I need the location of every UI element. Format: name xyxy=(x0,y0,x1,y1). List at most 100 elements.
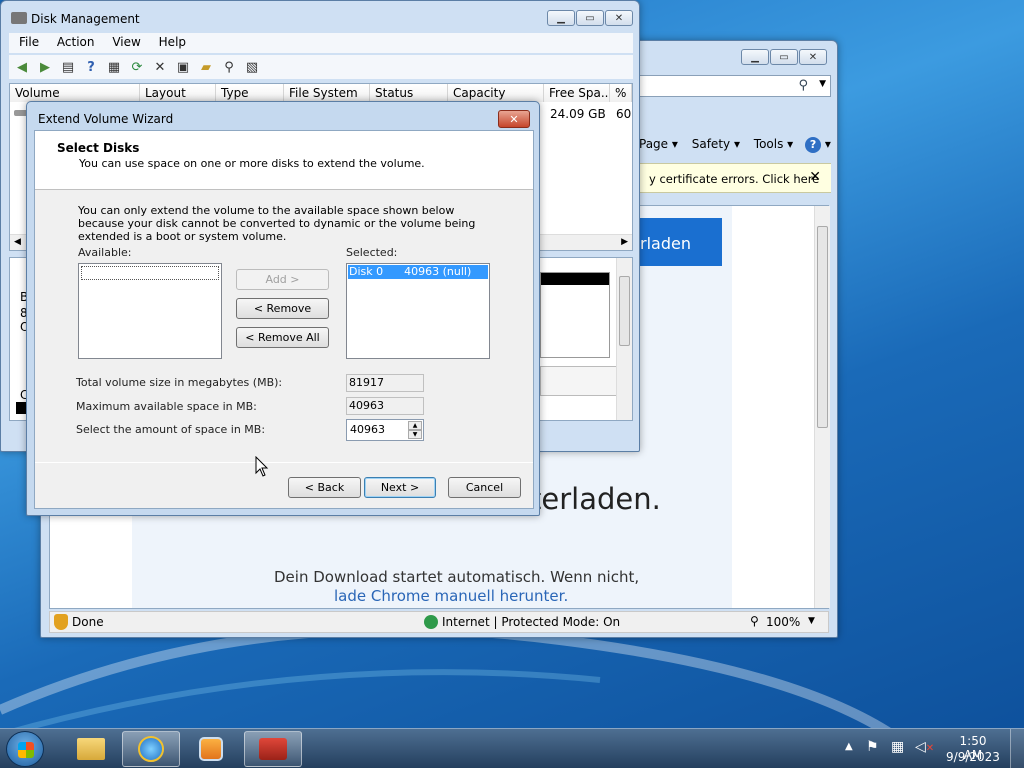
chevron-down-icon[interactable]: ▼ xyxy=(808,616,815,626)
selected-label: Selected: xyxy=(346,246,398,259)
scroll-thumb[interactable] xyxy=(817,226,828,428)
zoom-icon[interactable]: ⚲ xyxy=(750,614,759,628)
mouse-cursor-icon xyxy=(255,456,269,477)
available-list[interactable] xyxy=(78,263,222,359)
scroll-left-icon[interactable]: ◀ xyxy=(14,237,21,247)
properties-icon[interactable]: ▦ xyxy=(105,58,123,76)
close-icon[interactable]: ✕ xyxy=(809,169,821,185)
footer-divider xyxy=(35,462,533,463)
zoom-level[interactable]: 100% xyxy=(766,615,800,629)
internet-explorer-icon[interactable] xyxy=(122,731,180,767)
remove-all-button[interactable]: < Remove All xyxy=(236,327,329,348)
media-player-icon[interactable] xyxy=(182,731,240,767)
vertical-scrollbar[interactable] xyxy=(814,206,830,608)
maximize-button[interactable]: ▭ xyxy=(770,49,798,65)
next-button[interactable]: Next > xyxy=(364,477,436,498)
show-desktop-button[interactable] xyxy=(1010,729,1024,768)
col-type[interactable]: Type xyxy=(216,84,284,102)
menu-help[interactable]: Help xyxy=(159,35,186,49)
ie-title-buttons: ▁ ▭ ✕ xyxy=(741,49,827,65)
chevron-up-icon[interactable]: ▲ xyxy=(845,741,853,752)
connect-icon[interactable]: ▣ xyxy=(174,58,192,76)
col-volume[interactable]: Volume xyxy=(10,84,140,102)
percent-free-value: 60 xyxy=(616,107,632,121)
menu-file[interactable]: File xyxy=(19,35,39,49)
page-menu[interactable]: Page ▾ xyxy=(639,137,678,151)
back-button[interactable]: < Back xyxy=(288,477,361,498)
help-icon[interactable]: ? xyxy=(82,58,100,76)
focus-row xyxy=(81,266,219,280)
free-space-value: 24.09 GB xyxy=(550,107,606,121)
extend-volume-wizard: Extend Volume Wizard ✕ Select Disks You … xyxy=(26,101,540,516)
col-file-system[interactable]: File System xyxy=(284,84,370,102)
action-center-flag-icon[interactable]: ⚑ xyxy=(866,739,879,755)
amount-value[interactable]: 40963 xyxy=(350,423,385,436)
console-tree-icon[interactable]: ▤ xyxy=(59,58,77,76)
col-layout[interactable]: Layout xyxy=(140,84,216,102)
delete-icon[interactable]: ✕ xyxy=(151,58,169,76)
col-percent-free[interactable]: % F xyxy=(610,84,632,102)
selected-item-disk-0[interactable]: Disk 0 40963 (null) xyxy=(348,265,488,279)
tools-menu[interactable]: Tools ▾ xyxy=(754,137,793,151)
list-icon[interactable]: ▧ xyxy=(243,58,261,76)
minimize-button[interactable]: ▁ xyxy=(547,10,575,26)
refresh-icon[interactable]: ⟳ xyxy=(128,58,146,76)
select-amount-label: Select the amount of space in MB: xyxy=(76,423,266,436)
chevron-down-icon[interactable]: ▼ xyxy=(819,79,826,89)
wizard-header: Select Disks You can use space on one or… xyxy=(35,131,533,190)
close-button[interactable]: ✕ xyxy=(799,49,827,65)
forward-arrow-icon[interactable]: ▶ xyxy=(36,58,54,76)
volume-muted-icon[interactable]: ◁✕ xyxy=(915,739,934,755)
certificate-error-text[interactable]: y certificate errors. Click here xyxy=(649,172,819,186)
partition-block[interactable] xyxy=(540,366,620,396)
search-icon[interactable]: ⚲ xyxy=(798,78,808,93)
status-done: Done xyxy=(72,615,104,629)
scroll-right-icon[interactable]: ▶ xyxy=(621,237,628,247)
help-icon[interactable]: ? xyxy=(805,137,822,153)
safety-menu[interactable]: Safety ▾ xyxy=(692,137,740,151)
remove-button[interactable]: < Remove xyxy=(236,298,329,319)
menu-view[interactable]: View xyxy=(112,35,140,49)
scroll-thumb[interactable] xyxy=(619,276,630,346)
address-bar[interactable]: ⚲ ▼ xyxy=(639,75,831,97)
find-icon[interactable]: ⚲ xyxy=(220,58,238,76)
partition-block[interactable] xyxy=(540,272,610,358)
amount-stepper[interactable]: 40963 ▲ ▼ xyxy=(346,419,424,441)
max-space-label: Maximum available space in MB: xyxy=(76,400,257,413)
windows-logo-icon xyxy=(18,742,34,758)
add-button[interactable]: Add > xyxy=(236,269,329,290)
menu-action[interactable]: Action xyxy=(57,35,95,49)
taskbar: ▲ ⚑ ▦ ◁✕ 1:50 AM 9/9/2023 xyxy=(0,728,1024,768)
back-arrow-icon[interactable]: ◀ xyxy=(13,58,31,76)
network-icon[interactable]: ▦ xyxy=(891,739,904,755)
col-status[interactable]: Status xyxy=(370,84,448,102)
close-button[interactable]: ✕ xyxy=(498,110,530,128)
download-notice: Dein Download startet automatisch. Wenn … xyxy=(274,568,640,586)
selected-list[interactable]: Disk 0 40963 (null) xyxy=(346,263,490,359)
shield-icon xyxy=(54,614,68,630)
start-button[interactable] xyxy=(6,731,44,767)
open-icon[interactable]: ▰ xyxy=(197,58,215,76)
chevron-up-icon[interactable]: ▲ xyxy=(408,421,422,430)
maximize-button[interactable]: ▭ xyxy=(576,10,604,26)
vertical-scrollbar[interactable] xyxy=(616,258,632,420)
explorer-icon[interactable] xyxy=(62,731,120,767)
clock-date[interactable]: 9/9/2023 xyxy=(946,750,1000,764)
col-capacity[interactable]: Capacity xyxy=(448,84,544,102)
certificate-error-bar[interactable]: y certificate errors. Click here ✕ xyxy=(639,163,831,193)
ie-status-bar: Done Internet | Protected Mode: On ⚲ 100… xyxy=(49,611,829,633)
window-title: Disk Management xyxy=(31,12,140,26)
col-free-space[interactable]: Free Spa... xyxy=(544,84,610,102)
chevron-down-icon[interactable]: ▼ xyxy=(408,430,422,439)
total-size-label: Total volume size in megabytes (MB): xyxy=(76,376,283,389)
minimize-button[interactable]: ▁ xyxy=(741,49,769,65)
disk-mgmt-icon xyxy=(11,12,27,24)
close-button[interactable]: ✕ xyxy=(605,10,633,26)
toolbar: ◀ ▶ ▤ ? ▦ ⟳ ✕ ▣ ▰ ⚲ ▧ xyxy=(9,55,633,79)
total-size-field: 81917 xyxy=(346,374,424,392)
max-space-field: 40963 xyxy=(346,397,424,415)
computer-management-icon[interactable] xyxy=(244,731,302,767)
header-title: Select Disks xyxy=(57,141,140,155)
manual-download-link[interactable]: lade Chrome manuell herunter. xyxy=(334,587,568,605)
cancel-button[interactable]: Cancel xyxy=(448,477,521,498)
